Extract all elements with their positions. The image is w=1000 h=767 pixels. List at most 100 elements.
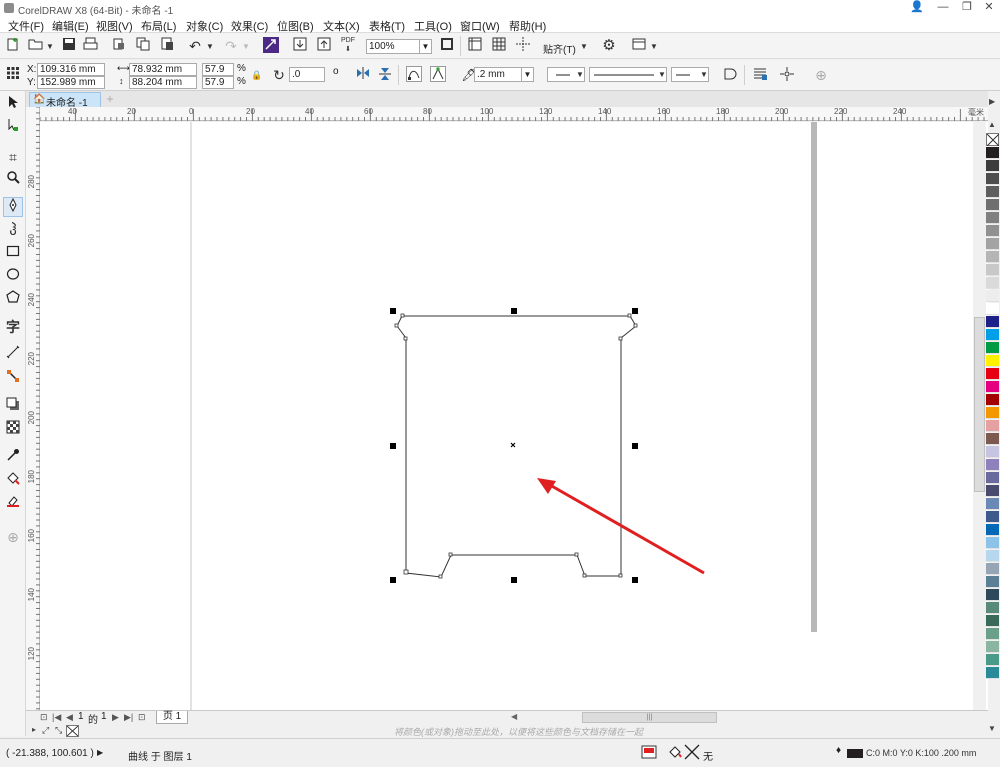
width-field[interactable]: 78.932 mm xyxy=(129,63,197,76)
menu-table[interactable]: 表格(T) xyxy=(369,18,405,34)
zoom-tool-icon[interactable] xyxy=(3,170,23,190)
color-swatch[interactable] xyxy=(986,576,999,588)
curve-edit-icon[interactable] xyxy=(405,66,423,84)
undo-icon[interactable]: ↶ xyxy=(186,37,204,55)
open-folder-icon[interactable] xyxy=(27,37,45,55)
artistic-media-tool-icon[interactable]: ჰ xyxy=(3,221,23,241)
color-swatch[interactable] xyxy=(986,212,999,224)
color-swatch[interactable] xyxy=(986,147,999,159)
lock-ratio-icon[interactable]: 🔒 xyxy=(248,66,266,84)
color-proof-icon[interactable] xyxy=(641,745,657,759)
copy-icon[interactable] xyxy=(134,37,152,55)
menu-layout[interactable]: 布局(L) xyxy=(141,18,176,34)
color-swatch[interactable] xyxy=(986,628,999,640)
color-swatch[interactable] xyxy=(986,342,999,354)
menu-tools[interactable]: 工具(O) xyxy=(414,18,452,34)
interactive-fill-tool-icon[interactable] xyxy=(3,471,23,491)
menu-help[interactable]: 帮助(H) xyxy=(509,18,546,34)
rotation-center-marker[interactable] xyxy=(510,442,516,448)
line-style-dropdown-icon[interactable]: ▼ xyxy=(658,70,666,79)
application-launcher-icon[interactable] xyxy=(630,37,648,55)
color-swatch[interactable] xyxy=(986,550,999,562)
drop-shadow-tool-icon[interactable] xyxy=(3,397,23,417)
color-swatch[interactable] xyxy=(986,394,999,406)
cut-icon[interactable] xyxy=(110,37,128,55)
restore-button[interactable]: ❐ xyxy=(956,0,978,16)
color-swatch[interactable] xyxy=(986,290,999,302)
color-swatch[interactable] xyxy=(986,420,999,432)
color-swatch[interactable] xyxy=(986,277,999,289)
color-swatch[interactable] xyxy=(986,498,999,510)
horizontal-scroll-thumb[interactable]: ||| xyxy=(582,712,717,723)
outline-width-field[interactable]: .2 mm xyxy=(474,67,522,82)
import-icon[interactable] xyxy=(291,37,309,55)
redo-icon[interactable]: ↷ xyxy=(222,37,240,55)
menu-window[interactable]: 窗口(W) xyxy=(460,18,500,34)
menu-view[interactable]: 视图(V) xyxy=(96,18,133,34)
text-tool-icon[interactable]: 字 xyxy=(3,317,23,337)
crop-tool-icon[interactable]: ⌗ xyxy=(3,147,23,167)
add-tool-icon[interactable]: ⊕ xyxy=(3,527,23,547)
line-style-selector[interactable] xyxy=(589,67,667,82)
color-swatch[interactable] xyxy=(986,563,999,575)
undo-dropdown-icon[interactable]: ▼ xyxy=(206,42,214,51)
menu-text[interactable]: 文本(X) xyxy=(323,18,360,34)
last-page-icon[interactable]: ▶| xyxy=(124,712,133,723)
save-icon[interactable] xyxy=(60,37,78,55)
palette-options-icon[interactable]: ▸ xyxy=(32,725,36,734)
page-tab[interactable]: 页 1 xyxy=(156,711,188,724)
color-swatch[interactable] xyxy=(986,459,999,471)
color-swatch[interactable] xyxy=(986,264,999,276)
options-gear-icon[interactable]: ⚙ xyxy=(600,37,618,55)
open-dropdown-icon[interactable]: ▼ xyxy=(46,42,54,51)
polygon-tool-icon[interactable] xyxy=(3,290,23,310)
color-swatch[interactable] xyxy=(986,329,999,341)
color-swatch[interactable] xyxy=(986,654,999,666)
first-page-icon[interactable]: |◀ xyxy=(52,712,61,723)
account-icon[interactable]: 👤 xyxy=(906,0,928,16)
docker-expand-icon[interactable]: ▶ xyxy=(989,97,995,106)
show-rulers-icon[interactable] xyxy=(466,37,484,55)
paste-icon[interactable] xyxy=(158,37,176,55)
height-field[interactable]: 88.204 mm xyxy=(129,76,197,89)
zoom-level-field[interactable]: 100% xyxy=(366,39,420,54)
menu-file[interactable]: 文件(F) xyxy=(8,18,44,34)
no-color-swatch[interactable] xyxy=(986,133,999,146)
scroll-left-icon[interactable]: ◀ xyxy=(511,712,521,723)
color-swatch[interactable] xyxy=(986,667,999,679)
color-swatch[interactable] xyxy=(986,602,999,614)
ellipse-tool-icon[interactable] xyxy=(3,267,23,287)
color-swatch[interactable] xyxy=(986,303,999,315)
menu-object[interactable]: 对象(C) xyxy=(186,18,223,34)
minimize-button[interactable]: — xyxy=(932,0,954,16)
color-swatch[interactable] xyxy=(986,316,999,328)
parallel-dimension-tool-icon[interactable] xyxy=(3,345,23,365)
drawing-canvas[interactable] xyxy=(40,122,988,710)
eyedropper-icon[interactable]: ⤢ xyxy=(42,725,49,736)
edit-palette-icon[interactable]: ⤡ xyxy=(55,725,62,736)
next-page-icon[interactable]: ▶ xyxy=(112,712,119,723)
add-page-before-icon[interactable]: ⊡ xyxy=(40,712,48,723)
rotation-angle-field[interactable]: .0 xyxy=(289,67,325,82)
color-swatch[interactable] xyxy=(986,641,999,653)
color-swatch[interactable] xyxy=(986,589,999,601)
rectangle-tool-icon[interactable] xyxy=(3,244,23,264)
new-tab-button[interactable]: + xyxy=(103,92,117,106)
color-swatch[interactable] xyxy=(986,472,999,484)
search-content-icon[interactable] xyxy=(262,37,280,55)
color-swatch[interactable] xyxy=(986,485,999,497)
color-swatch[interactable] xyxy=(986,160,999,172)
snap-dropdown-icon[interactable]: ▼ xyxy=(580,42,588,51)
redo-dropdown-icon[interactable]: ▼ xyxy=(242,42,250,51)
zoom-dropdown-icon[interactable]: ▼ xyxy=(419,39,432,54)
close-curve-icon[interactable] xyxy=(721,66,739,84)
curve-object[interactable] xyxy=(396,315,637,578)
start-arrowhead-dropdown-icon[interactable]: ▼ xyxy=(576,70,584,79)
menu-edit[interactable]: 编辑(E) xyxy=(52,18,89,34)
color-swatch[interactable] xyxy=(986,186,999,198)
color-swatch[interactable] xyxy=(986,446,999,458)
menu-effects[interactable]: 效果(C) xyxy=(231,18,268,34)
previous-page-icon[interactable]: ◀ xyxy=(66,712,73,723)
show-grid-icon[interactable] xyxy=(490,37,508,55)
add-toolbar-item-icon[interactable]: ⊕ xyxy=(812,66,830,84)
